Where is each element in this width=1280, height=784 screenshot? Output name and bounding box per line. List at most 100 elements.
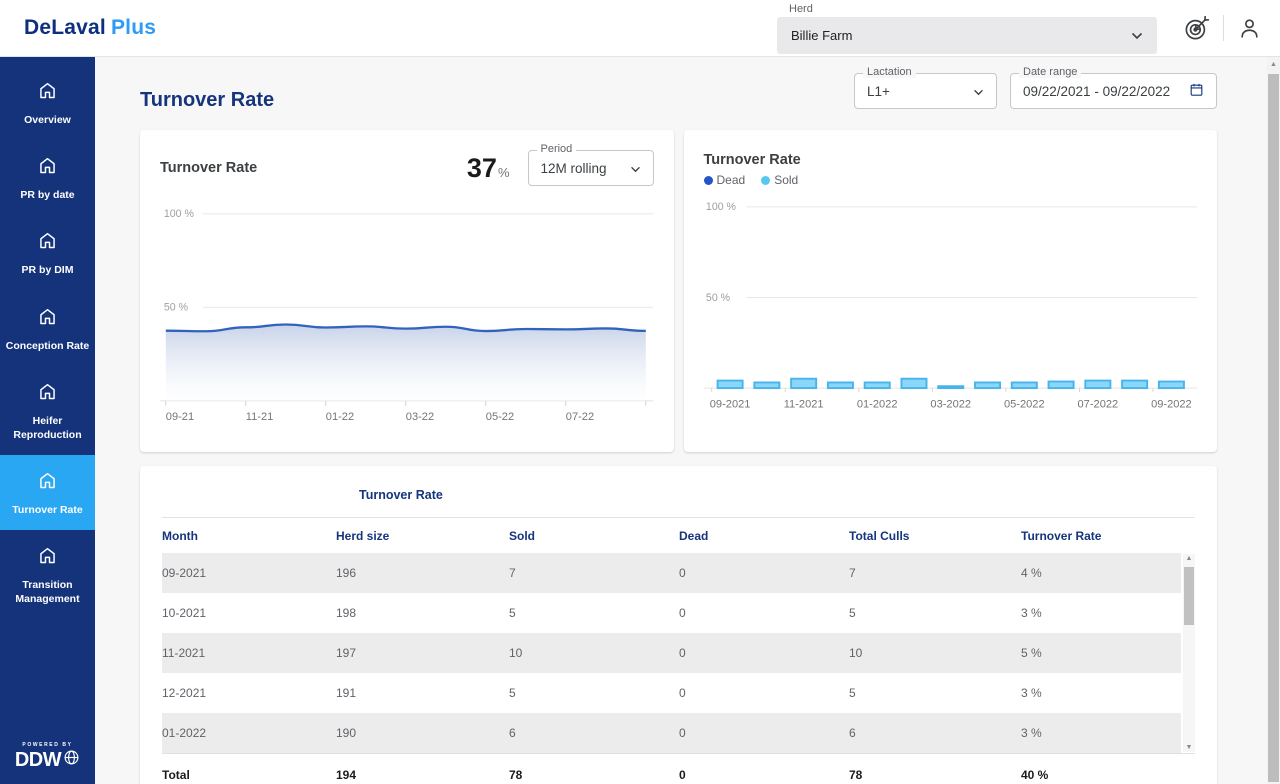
page-scrollbar[interactable]: ▲ — [1267, 57, 1280, 784]
home-icon — [37, 306, 58, 332]
page-scroll-thumb[interactable] — [1268, 74, 1279, 782]
svg-text:07-22: 07-22 — [566, 411, 594, 423]
table-cell: 5 — [849, 606, 1021, 620]
table-header-cell: Herd size — [336, 529, 509, 543]
table-cell: 0 — [679, 606, 849, 620]
table-row[interactable]: 01-20221906063 % — [162, 713, 1181, 753]
page-header: Turnover Rate Lactation L1+ Date range 0… — [140, 73, 1217, 112]
date-range-value: 09/22/2021 - 09/22/2022 — [1023, 84, 1170, 99]
table-cell: 10 — [509, 646, 679, 660]
account-icon[interactable] — [1237, 16, 1262, 41]
svg-text:11-2021: 11-2021 — [783, 398, 823, 410]
table-total-cell: 78 — [849, 768, 1021, 782]
kpi-value: 37 — [467, 153, 497, 184]
lactation-value: L1+ — [867, 84, 890, 99]
legend-dot — [704, 176, 713, 185]
topbar-actions — [1183, 15, 1262, 42]
svg-text:100 %: 100 % — [164, 208, 195, 220]
herd-select[interactable]: Billie Farm — [777, 17, 1157, 54]
table-cell: 3 % — [1021, 726, 1181, 740]
table-body: 09-20211967074 %10-20211985053 %11-20211… — [162, 553, 1195, 753]
table-total-cell: 0 — [679, 768, 849, 782]
table-scroll-thumb[interactable] — [1184, 567, 1194, 625]
legend-item-dead[interactable]: Dead — [704, 173, 746, 187]
charts-row: Turnover Rate 37 % Period 12M rolling 10… — [140, 130, 1217, 452]
sidebar-item-transition-management[interactable]: Transition Management — [0, 530, 95, 619]
svg-text:03-2022: 03-2022 — [930, 398, 971, 410]
table-cell: 09-2021 — [162, 566, 336, 580]
table-row[interactable]: 12-20211915053 % — [162, 673, 1181, 713]
svg-text:07-2022: 07-2022 — [1077, 398, 1118, 410]
scroll-down-icon[interactable]: ▼ — [1183, 744, 1195, 751]
table-scrollbar[interactable]: ▲ ▼ — [1183, 554, 1195, 752]
table-cell: 0 — [679, 566, 849, 580]
topbar-divider — [1223, 15, 1224, 41]
table-cell: 191 — [336, 686, 509, 700]
sidebar-item-pr-by-date[interactable]: PR by date — [0, 140, 95, 215]
table-total-row: Total1947807840 % — [162, 753, 1195, 784]
table-total-cell: 78 — [509, 768, 679, 782]
svg-text:09-2021: 09-2021 — [709, 398, 750, 410]
topbar: DeLavalPlus Herd Billie Farm — [0, 0, 1280, 57]
svg-text:50 %: 50 % — [705, 292, 730, 304]
sidebar-item-turnover-rate[interactable]: Turnover Rate — [0, 455, 95, 530]
date-range-label: Date range — [1019, 66, 1081, 78]
table-cell: 196 — [336, 566, 509, 580]
table-cell: 198 — [336, 606, 509, 620]
turnover-kpi: 37 % — [467, 153, 510, 184]
svg-text:01-22: 01-22 — [326, 411, 354, 423]
table-cell: 3 % — [1021, 686, 1181, 700]
home-icon — [37, 545, 58, 571]
turnover-line-card: Turnover Rate 37 % Period 12M rolling 10… — [140, 130, 674, 452]
target-icon[interactable] — [1183, 15, 1210, 42]
sidebar-items: Overview PR by date PR by DIM Conception Ra… — [0, 65, 95, 620]
main-content: Turnover Rate Lactation L1+ Date range 0… — [95, 57, 1280, 784]
chevron-down-icon — [973, 84, 984, 99]
svg-text:05-22: 05-22 — [486, 411, 514, 423]
table-cell: 6 — [849, 726, 1021, 740]
table-row[interactable]: 10-20211985053 % — [162, 593, 1181, 633]
filters: Lactation L1+ Date range 09/22/2021 - 09… — [854, 73, 1217, 109]
table-cell: 0 — [679, 726, 849, 740]
legend-dot — [761, 176, 770, 185]
table-cell: 4 % — [1021, 566, 1181, 580]
turnover-table-card: Turnover Rate MonthHerd sizeSoldDeadTota… — [140, 466, 1217, 784]
home-icon — [37, 470, 58, 496]
sidebar-item-pr-by-dim[interactable]: PR by DIM — [0, 215, 95, 290]
sidebar-item-conception-rate[interactable]: Conception Rate — [0, 291, 95, 366]
table-cell: 0 — [679, 646, 849, 660]
sidebar-item-label: PR by DIM — [22, 263, 74, 277]
sidebar-item-overview[interactable]: Overview — [0, 65, 95, 140]
calendar-icon[interactable] — [1189, 82, 1204, 100]
lactation-select[interactable]: Lactation L1+ — [854, 73, 997, 109]
table-cell: 190 — [336, 726, 509, 740]
chevron-down-icon — [1131, 28, 1143, 43]
legend-item-sold[interactable]: Sold — [761, 173, 798, 187]
svg-text:05-2022: 05-2022 — [1003, 398, 1044, 410]
scroll-up-icon[interactable]: ▲ — [1267, 61, 1280, 68]
table-header-cell: Total Culls — [849, 529, 1021, 543]
table-cell: 5 — [509, 686, 679, 700]
table-header-cell: Dead — [679, 529, 849, 543]
line-chart-title: Turnover Rate — [160, 160, 257, 176]
period-select[interactable]: Period 12M rolling — [528, 150, 654, 186]
home-icon — [37, 155, 58, 181]
table-header-cell: Month — [162, 529, 336, 543]
table-cell: 12-2021 — [162, 686, 336, 700]
herd-value: Billie Farm — [791, 28, 852, 43]
date-range-field[interactable]: Date range 09/22/2021 - 09/22/2022 — [1010, 73, 1217, 109]
table-header-row: MonthHerd sizeSoldDeadTotal CullsTurnove… — [162, 518, 1195, 553]
ddw-logo-text: DDW — [15, 749, 61, 772]
table-row[interactable]: 11-2021197100105 % — [162, 633, 1181, 673]
brand-primary: DeLaval — [24, 16, 106, 39]
table-cell: 7 — [849, 566, 1021, 580]
table-row[interactable]: 09-20211967074 % — [162, 553, 1181, 593]
svg-text:50 %: 50 % — [164, 302, 189, 314]
sidebar-item-label: PR by date — [20, 188, 74, 202]
page-title: Turnover Rate — [140, 89, 274, 112]
scroll-up-icon[interactable]: ▲ — [1183, 555, 1195, 562]
turnover-bar-card: Turnover Rate DeadSold 100 %50 %09-20211… — [684, 130, 1218, 452]
sidebar-item-heifer-reproduction[interactable]: Heifer Reproduction — [0, 366, 95, 455]
period-value: 12M rolling — [541, 161, 607, 176]
table-cell: 10-2021 — [162, 606, 336, 620]
